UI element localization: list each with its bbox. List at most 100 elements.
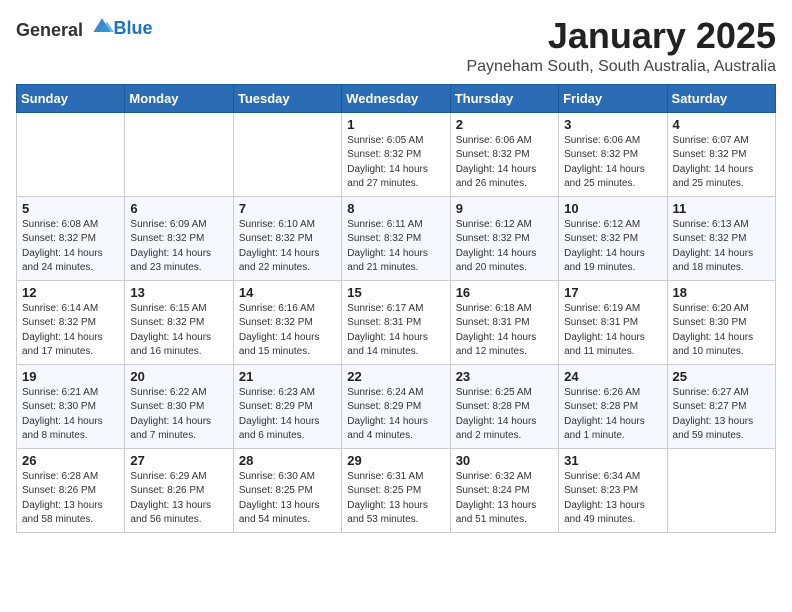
calendar-cell: 20Sunrise: 6:22 AM Sunset: 8:30 PM Dayli… (125, 364, 233, 448)
day-detail: Sunrise: 6:23 AM Sunset: 8:29 PM Dayligh… (239, 386, 336, 444)
day-detail: Sunrise: 6:26 AM Sunset: 8:28 PM Dayligh… (564, 386, 661, 444)
month-title: January 2025 (466, 16, 776, 56)
calendar-cell: 5Sunrise: 6:08 AM Sunset: 8:32 PM Daylig… (17, 196, 125, 280)
calendar-cell: 6 Sunrise: 6:09 AM Sunset: 8:32 PM Daylig… (125, 196, 233, 280)
day-number: 18 (673, 285, 770, 300)
day-detail: Sunrise: 6:20 AM Sunset: 8:30 PM Dayligh… (673, 302, 770, 360)
day-detail: Sunrise: 6:12 AM Sunset: 8:32 PM Dayligh… (564, 218, 661, 276)
logo: General Blue (16, 16, 153, 41)
day-number: 30 (456, 453, 553, 468)
location-title: Payneham South, South Australia, Austral… (466, 58, 776, 76)
day-detail: Sunrise: 6:14 AM Sunset: 8:32 PM Dayligh… (22, 302, 119, 360)
day-detail: Sunrise: 6:09 AM Sunset: 8:32 PM Dayligh… (130, 218, 227, 276)
calendar-cell: 8 Sunrise: 6:11 AM Sunset: 8:32 PM Daylig… (342, 196, 450, 280)
calendar-cell: 22 Sunrise: 6:24 AM Sunset: 8:29 PM Dayli… (342, 364, 450, 448)
weekday-header: Wednesday (342, 84, 450, 112)
day-number: 19 (22, 369, 119, 384)
day-number: 28 (239, 453, 336, 468)
calendar-cell (17, 112, 125, 196)
day-number: 13 (130, 285, 227, 300)
day-number: 14 (239, 285, 336, 300)
calendar-cell (233, 112, 341, 196)
logo-general: General (16, 20, 83, 40)
day-number: 31 (564, 453, 661, 468)
day-number: 23 (456, 369, 553, 384)
calendar-cell: 12 Sunrise: 6:14 AM Sunset: 8:32 PM Dayli… (17, 280, 125, 364)
day-detail: Sunrise: 6:24 AM Sunset: 8:29 PM Dayligh… (347, 386, 444, 444)
calendar-cell: 30 Sunrise: 6:32 AM Sunset: 8:24 PM Dayli… (450, 448, 558, 532)
day-detail: Sunrise: 6:32 AM Sunset: 8:24 PM Dayligh… (456, 470, 553, 528)
calendar-cell: 2 Sunrise: 6:06 AM Sunset: 8:32 PM Daylig… (450, 112, 558, 196)
day-number: 27 (130, 453, 227, 468)
calendar-cell: 7 Sunrise: 6:10 AM Sunset: 8:32 PM Daylig… (233, 196, 341, 280)
day-detail: Sunrise: 6:22 AM Sunset: 8:30 PM Dayligh… (130, 386, 227, 444)
weekday-header: Sunday (17, 84, 125, 112)
weekday-header: Monday (125, 84, 233, 112)
calendar-week-row: 1Sunrise: 6:05 AM Sunset: 8:32 PM Daylig… (17, 112, 776, 196)
day-number: 16 (456, 285, 553, 300)
weekday-header: Thursday (450, 84, 558, 112)
calendar-cell: 15 Sunrise: 6:17 AM Sunset: 8:31 PM Dayli… (342, 280, 450, 364)
calendar-week-row: 5Sunrise: 6:08 AM Sunset: 8:32 PM Daylig… (17, 196, 776, 280)
calendar-cell (125, 112, 233, 196)
calendar-cell: 19Sunrise: 6:21 AM Sunset: 8:30 PM Dayli… (17, 364, 125, 448)
day-detail: Sunrise: 6:18 AM Sunset: 8:31 PM Dayligh… (456, 302, 553, 360)
day-number: 25 (673, 369, 770, 384)
calendar-cell: 11Sunrise: 6:13 AM Sunset: 8:32 PM Dayli… (667, 196, 775, 280)
day-detail: Sunrise: 6:27 AM Sunset: 8:27 PM Dayligh… (673, 386, 770, 444)
calendar-week-row: 12 Sunrise: 6:14 AM Sunset: 8:32 PM Dayli… (17, 280, 776, 364)
day-detail: Sunrise: 6:28 AM Sunset: 8:26 PM Dayligh… (22, 470, 119, 528)
day-number: 10 (564, 201, 661, 216)
logo-blue: Blue (114, 18, 153, 38)
day-detail: Sunrise: 6:05 AM Sunset: 8:32 PM Dayligh… (347, 134, 444, 192)
calendar-week-row: 26 Sunrise: 6:28 AM Sunset: 8:26 PM Dayli… (17, 448, 776, 532)
day-number: 9 (456, 201, 553, 216)
calendar-cell: 4Sunrise: 6:07 AM Sunset: 8:32 PM Daylig… (667, 112, 775, 196)
calendar-table: SundayMondayTuesdayWednesdayThursdayFrid… (16, 84, 776, 533)
day-detail: Sunrise: 6:16 AM Sunset: 8:32 PM Dayligh… (239, 302, 336, 360)
day-number: 22 (347, 369, 444, 384)
day-detail: Sunrise: 6:15 AM Sunset: 8:32 PM Dayligh… (130, 302, 227, 360)
calendar-cell: 25 Sunrise: 6:27 AM Sunset: 8:27 PM Dayli… (667, 364, 775, 448)
day-detail: Sunrise: 6:13 AM Sunset: 8:32 PM Dayligh… (673, 218, 770, 276)
day-detail: Sunrise: 6:06 AM Sunset: 8:32 PM Dayligh… (456, 134, 553, 192)
day-number: 2 (456, 117, 553, 132)
calendar-cell: 13 Sunrise: 6:15 AM Sunset: 8:32 PM Dayli… (125, 280, 233, 364)
calendar-cell: 10 Sunrise: 6:12 AM Sunset: 8:32 PM Dayli… (559, 196, 667, 280)
day-number: 26 (22, 453, 119, 468)
weekday-header: Tuesday (233, 84, 341, 112)
day-detail: Sunrise: 6:31 AM Sunset: 8:25 PM Dayligh… (347, 470, 444, 528)
weekday-header: Friday (559, 84, 667, 112)
day-detail: Sunrise: 6:17 AM Sunset: 8:31 PM Dayligh… (347, 302, 444, 360)
day-detail: Sunrise: 6:10 AM Sunset: 8:32 PM Dayligh… (239, 218, 336, 276)
day-number: 6 (130, 201, 227, 216)
day-detail: Sunrise: 6:25 AM Sunset: 8:28 PM Dayligh… (456, 386, 553, 444)
day-detail: Sunrise: 6:11 AM Sunset: 8:32 PM Dayligh… (347, 218, 444, 276)
day-number: 4 (673, 117, 770, 132)
calendar-cell: 26 Sunrise: 6:28 AM Sunset: 8:26 PM Dayli… (17, 448, 125, 532)
day-detail: Sunrise: 6:12 AM Sunset: 8:32 PM Dayligh… (456, 218, 553, 276)
day-number: 21 (239, 369, 336, 384)
day-number: 29 (347, 453, 444, 468)
page-header: General Blue January 2025 Payneham South… (16, 16, 776, 76)
day-detail: Sunrise: 6:30 AM Sunset: 8:25 PM Dayligh… (239, 470, 336, 528)
day-number: 15 (347, 285, 444, 300)
day-number: 24 (564, 369, 661, 384)
day-number: 17 (564, 285, 661, 300)
calendar-cell: 29 Sunrise: 6:31 AM Sunset: 8:25 PM Dayli… (342, 448, 450, 532)
weekday-header-row: SundayMondayTuesdayWednesdayThursdayFrid… (17, 84, 776, 112)
day-detail: Sunrise: 6:08 AM Sunset: 8:32 PM Dayligh… (22, 218, 119, 276)
title-block: January 2025 Payneham South, South Austr… (466, 16, 776, 76)
day-number: 3 (564, 117, 661, 132)
calendar-cell: 21 Sunrise: 6:23 AM Sunset: 8:29 PM Dayli… (233, 364, 341, 448)
day-detail: Sunrise: 6:06 AM Sunset: 8:32 PM Dayligh… (564, 134, 661, 192)
calendar-week-row: 19Sunrise: 6:21 AM Sunset: 8:30 PM Dayli… (17, 364, 776, 448)
calendar-cell: 3 Sunrise: 6:06 AM Sunset: 8:32 PM Daylig… (559, 112, 667, 196)
day-number: 12 (22, 285, 119, 300)
calendar-cell: 31Sunrise: 6:34 AM Sunset: 8:23 PM Dayli… (559, 448, 667, 532)
calendar-cell: 16 Sunrise: 6:18 AM Sunset: 8:31 PM Dayli… (450, 280, 558, 364)
day-number: 8 (347, 201, 444, 216)
day-detail: Sunrise: 6:29 AM Sunset: 8:26 PM Dayligh… (130, 470, 227, 528)
calendar-cell: 14 Sunrise: 6:16 AM Sunset: 8:32 PM Dayli… (233, 280, 341, 364)
day-number: 7 (239, 201, 336, 216)
